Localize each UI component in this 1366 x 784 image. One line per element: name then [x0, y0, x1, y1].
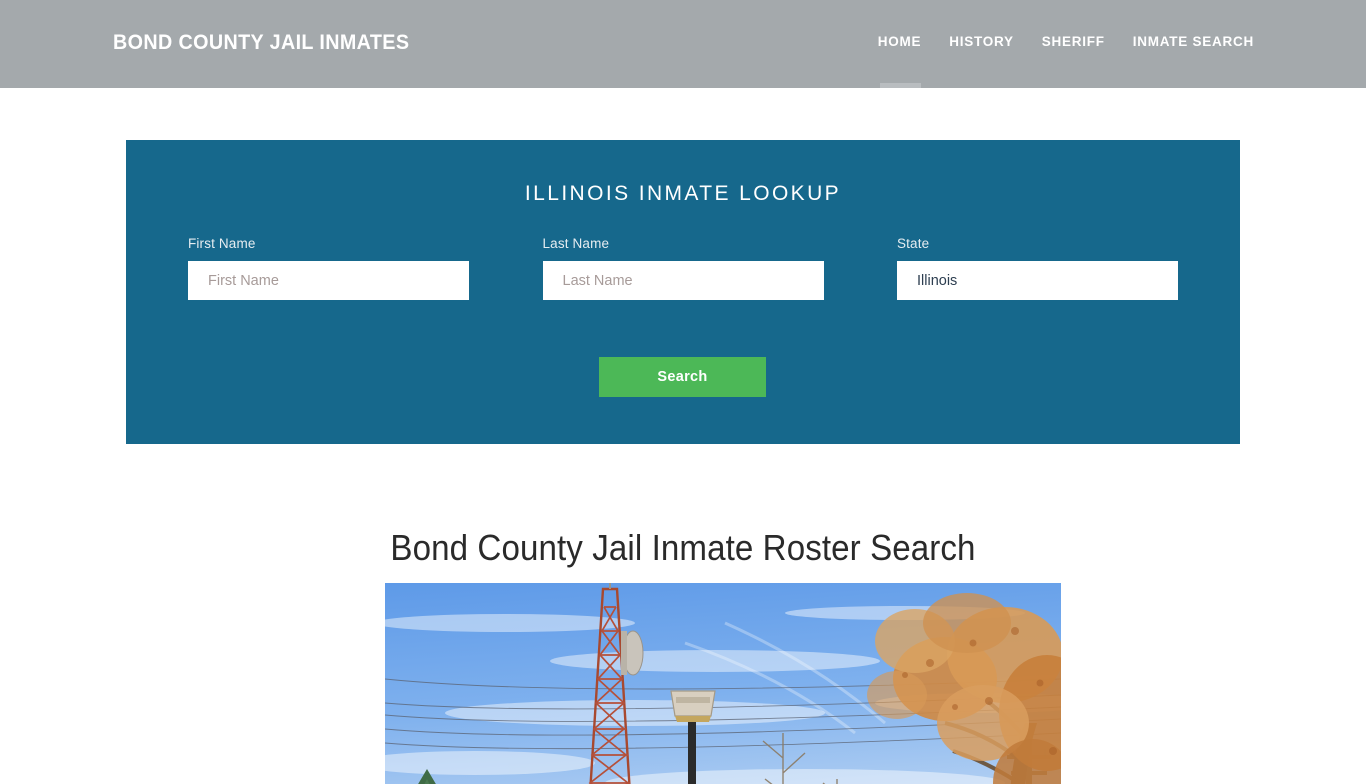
- last-name-field-group: Last Name: [542, 236, 824, 300]
- lookup-fields-row: First Name Last Name State Illinois: [188, 236, 1178, 300]
- last-name-label: Last Name: [542, 236, 610, 251]
- first-name-field-group: First Name: [188, 236, 469, 300]
- nav-item-inmate-search[interactable]: INMATE SEARCH: [1119, 33, 1254, 51]
- main-navigation: HOME HISTORY SHERIFF INMATE SEARCH: [868, 33, 1254, 88]
- state-label: State: [897, 236, 930, 251]
- search-button[interactable]: Search: [599, 357, 766, 397]
- jail-photo-illustration: [385, 583, 1061, 784]
- state-select[interactable]: Illinois: [897, 261, 1178, 300]
- last-name-input[interactable]: [542, 261, 824, 300]
- first-name-label: First Name: [188, 236, 256, 251]
- site-brand-logo[interactable]: BOND COUNTY JAIL INMATES: [113, 31, 409, 55]
- first-name-input[interactable]: [188, 261, 469, 300]
- jail-exterior-photo: [385, 583, 1061, 784]
- site-header: BOND COUNTY JAIL INMATES HOME HISTORY SH…: [0, 0, 1366, 88]
- lookup-panel-title: ILLINOIS INMATE LOOKUP: [524, 182, 842, 205]
- nav-item-sheriff[interactable]: SHERIFF: [1028, 33, 1119, 51]
- state-field-group: State Illinois: [897, 236, 1178, 300]
- nav-item-history[interactable]: HISTORY: [935, 33, 1028, 51]
- nav-item-home[interactable]: HOME: [868, 33, 936, 88]
- inmate-lookup-panel: ILLINOIS INMATE LOOKUP First Name Last N…: [126, 140, 1240, 444]
- page-title: Bond County Jail Inmate Roster Search: [390, 527, 976, 569]
